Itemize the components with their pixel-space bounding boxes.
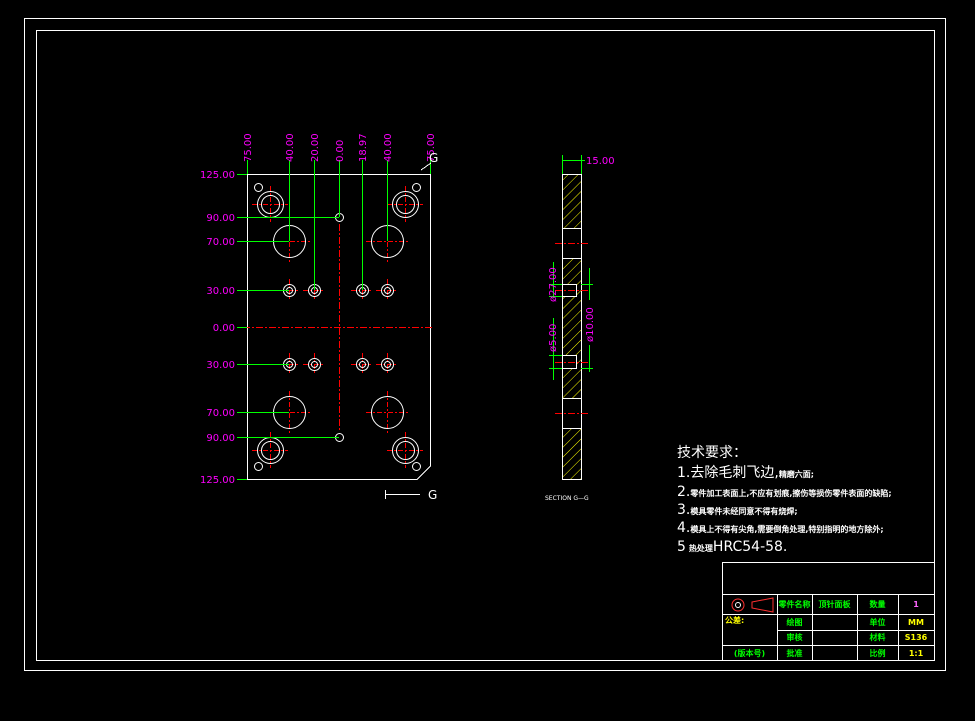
- hole: [412, 462, 421, 471]
- tech-req-item: 3.模具零件未经同意不得有烧焊;: [677, 502, 798, 518]
- quantity-label: 数量: [870, 599, 886, 609]
- tech-req-title: 技术要求：: [677, 445, 747, 461]
- part-name-label: 零件名称: [778, 599, 811, 609]
- hatched-section: [562, 174, 581, 228]
- hole: [254, 462, 263, 471]
- checked-label: 审核: [787, 632, 803, 642]
- dim-label: 90.00: [206, 213, 235, 224]
- dia10-dim-label: ø10.00: [585, 307, 596, 342]
- hole: [412, 183, 421, 192]
- dim-label: 0.00: [335, 140, 346, 162]
- dim-label: 90.00: [206, 433, 235, 444]
- drawn-label: 绘图: [787, 617, 803, 627]
- scale-label: 比例: [870, 648, 886, 658]
- hole: [254, 183, 263, 192]
- dim-label: 0.00: [213, 323, 235, 334]
- dim-label: 125.00: [200, 170, 235, 181]
- dim-label: 18.97: [358, 133, 369, 162]
- dia5-dim-label: ø5.00: [548, 324, 559, 352]
- tech-req-item: 1.去除毛刺飞边,精磨六面;: [677, 465, 814, 481]
- tech-req-item: 5 热处理HRC54-58.: [677, 539, 787, 555]
- dim-label: 70.00: [206, 408, 235, 419]
- material-value: S136: [905, 633, 928, 642]
- version-label: (版本号): [734, 648, 765, 658]
- dim-label: 30.00: [206, 286, 235, 297]
- tech-req-item: 4.模具上不得有尖角,需要倒角处理,特别指明的地方除外;: [677, 520, 884, 536]
- dia27-dim-label: ø27.00: [548, 267, 559, 302]
- thickness-dim-label: 15.00: [586, 156, 615, 167]
- dim-label: 40.00: [383, 133, 394, 162]
- left-dimension-labels: 125.00 90.00 70.00 30.00 0.00 30.00 70.0…: [200, 170, 235, 486]
- unit-label: 单位: [870, 617, 886, 627]
- approved-label: 批准: [787, 648, 803, 658]
- dim-label: 70.00: [206, 237, 235, 248]
- inner-border: [36, 30, 935, 661]
- hatched-section: [562, 258, 581, 398]
- outer-border: [24, 18, 946, 671]
- cad-drawing-canvas: 75.00 40.00 20.00 0.00 18.97 40.00 75.00…: [0, 0, 975, 721]
- cut-label-top: G: [429, 151, 438, 165]
- dim-label: 125.00: [200, 475, 235, 486]
- section-view: 15.00 ø27.00 ø10.00 ø5.00 SECTION G—G: [545, 155, 615, 502]
- tech-req-item: 2.零件加工表面上,不应有划痕,擦伤等损伤零件表面的缺陷;: [677, 484, 892, 500]
- dim-label: 30.00: [206, 360, 235, 371]
- hatched-section: [562, 428, 581, 479]
- tolerance-label: 公差:: [725, 615, 744, 625]
- plan-view: 75.00 40.00 20.00 0.00 18.97 40.00 75.00…: [200, 133, 438, 502]
- part-name-value: 顶针面板: [819, 599, 852, 609]
- quantity-value: 1: [913, 600, 919, 609]
- dim-label: 40.00: [285, 133, 296, 162]
- unit-value: MM: [908, 618, 924, 627]
- section-caption: SECTION G—G: [545, 495, 589, 502]
- hole: [371, 396, 404, 429]
- dim-label: 20.00: [310, 133, 321, 162]
- material-label: 材料: [870, 632, 886, 642]
- top-dimension-labels: 75.00 40.00 20.00 0.00 18.97 40.00 75.00: [243, 133, 437, 162]
- title-block: 零件名称 顶针面板 数量 1 公差: 绘图 单位 MM 审核 材料 S136 (…: [722, 562, 935, 661]
- technical-requirements: 技术要求： 1.去除毛刺飞边,精磨六面; 2.零件加工表面上,不应有划痕,擦伤等…: [677, 445, 892, 555]
- projection-symbol-icon: [731, 597, 774, 613]
- scale-value: 1:1: [909, 649, 924, 658]
- dim-label: 75.00: [243, 133, 254, 162]
- cut-label-bottom: G: [428, 488, 437, 502]
